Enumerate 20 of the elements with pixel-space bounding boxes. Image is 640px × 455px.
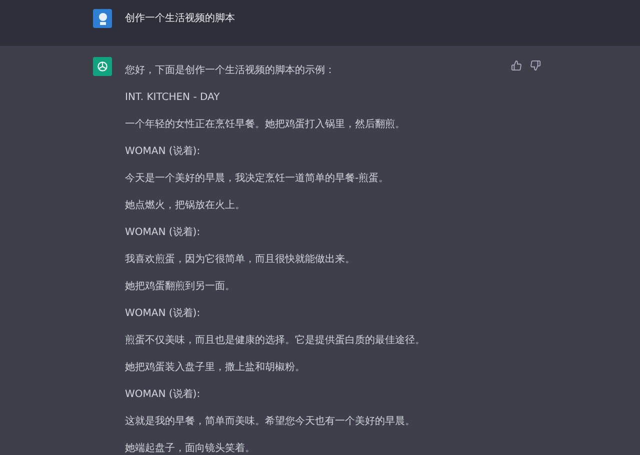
thumbs-down-icon[interactable] [530,60,541,71]
message-paragraph: WOMAN (说着): [125,226,202,240]
message-paragraph: 她把鸡蛋装入盘子里，撒上盐和胡椒粉。 [125,360,306,375]
message-paragraph: 她把鸡蛋翻煎到另一面。 [125,280,236,294]
message-paragraph: 煎蛋不仅美味，而且也是健康的选择。它是提供蛋白质的最佳途径。 [125,334,426,348]
message-paragraph: 今天是一个美好的早晨，我决定烹饪一道简单的早餐-煎蛋。 [125,172,390,186]
message-paragraph: 她端起盘子，面向镜头笑着。 [125,442,256,455]
message-paragraph: WOMAN (说着): [125,388,202,402]
message-paragraph: 您好，下面是创作一个生活视频的脚本的示例： [125,64,336,78]
user-avatar [93,9,112,28]
message-paragraph: WOMAN (说着): [125,144,202,159]
message-paragraph: WOMAN (说着): [125,306,202,321]
assistant-avatar [93,57,112,76]
message-paragraph: 这就是我的早餐，简单而美味。希望您今天也有一个美好的早晨。 [125,414,416,429]
message-paragraph: 一个年轻的女性正在烹饪早餐。她把鸡蛋打入锅里，然后翻煎。 [125,118,406,132]
thumbs-up-icon[interactable] [511,60,522,71]
message-paragraph: 我喜欢煎蛋，因为它很简单，而且很快就能做出来。 [125,252,356,267]
message-paragraph: 她点燃火，把锅放在火上。 [125,198,246,213]
user-message: 创作一个生活视频的脚本 [125,12,235,26]
message-paragraph: INT. KITCHEN - DAY [125,91,221,105]
